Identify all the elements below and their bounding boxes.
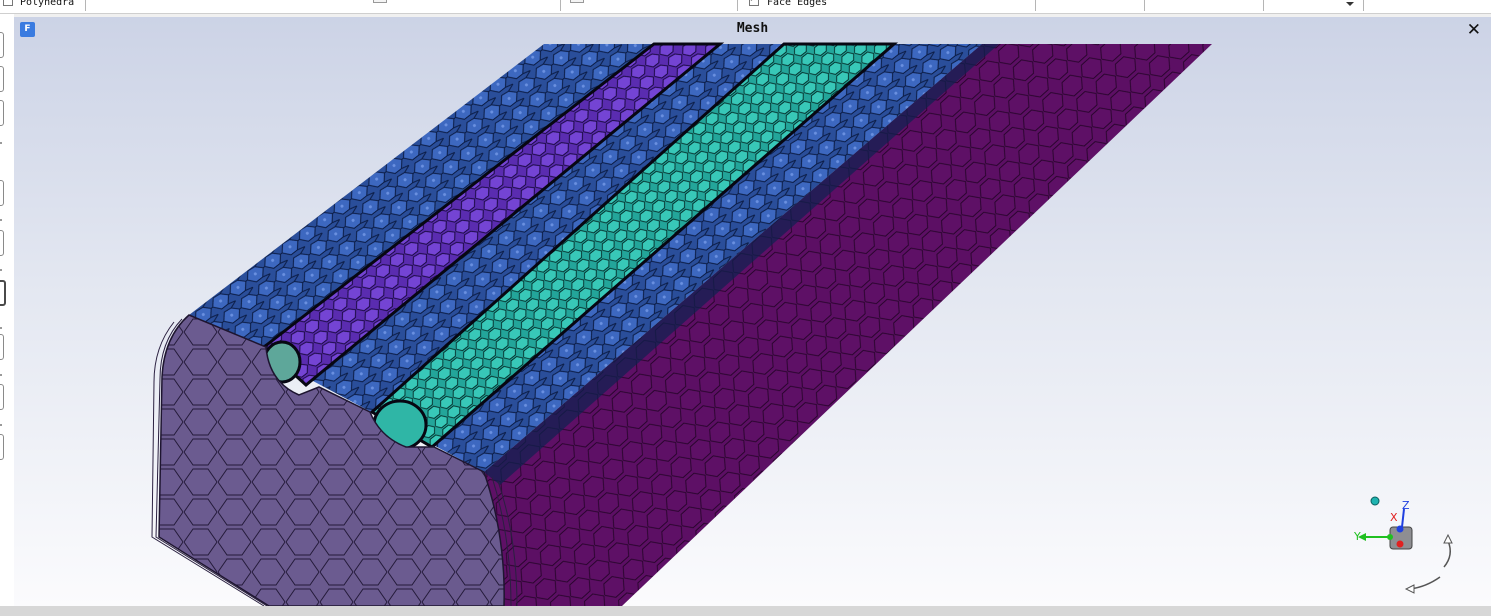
y-axis-dot [1387,534,1393,540]
panel-tick [0,269,2,271]
panel-control[interactable] [0,334,4,360]
panel-control[interactable] [0,32,4,58]
toolbar-field-stub[interactable] [373,0,387,3]
toolbar-separator [560,0,561,11]
toolbar-separator [1035,0,1036,11]
toolbar-field-stub[interactable] [570,0,584,3]
rotate-cw-arrowhead [1443,533,1453,544]
panel-control-active[interactable] [0,280,6,306]
panel-control[interactable] [0,434,4,460]
panel-tick [0,142,2,144]
mesh-viewport[interactable] [14,17,1491,606]
panel-control[interactable] [0,230,4,256]
toolbar-separator [1363,0,1364,11]
rotate-ccw-arrowhead [1404,584,1415,594]
x-axis-dot [1396,540,1404,548]
face-edges-checkbox[interactable] [749,0,759,6]
status-strip [0,606,1491,616]
chevron-down-icon[interactable] [1346,2,1354,6]
panel-tick [0,327,2,329]
polyhedra-label: Polyhedra [20,0,75,8]
panel-tick [0,424,2,426]
panel-tick [0,374,2,376]
rotate-cw-icon[interactable] [1443,540,1451,568]
face-edges-label: Face Edges [767,0,828,8]
graphics-window[interactable]: F Mesh ✕ Y Z X [14,17,1491,606]
display-toolbar: Polyhedra Face Edges [0,0,1491,14]
toolbar-separator [737,0,738,11]
panel-control[interactable] [0,384,4,410]
triad-sphere-icon [1370,496,1380,506]
panel-control[interactable] [0,66,4,92]
z-axis-dot [1396,525,1404,533]
polyhedra-checkbox[interactable] [3,0,13,6]
axis-triad[interactable]: Y Z X [1344,495,1464,595]
panel-tick [0,219,2,221]
panel-control[interactable] [0,180,4,206]
toolbar-separator [85,0,86,11]
panel-control[interactable] [0,100,4,126]
toolbar-separator [1263,0,1264,11]
z-axis-label: Z [1402,499,1410,512]
toolbar-separator [1144,0,1145,11]
y-axis-label: Y [1353,530,1361,543]
left-panel-edge [0,14,14,606]
x-axis-label: X [1390,511,1398,524]
